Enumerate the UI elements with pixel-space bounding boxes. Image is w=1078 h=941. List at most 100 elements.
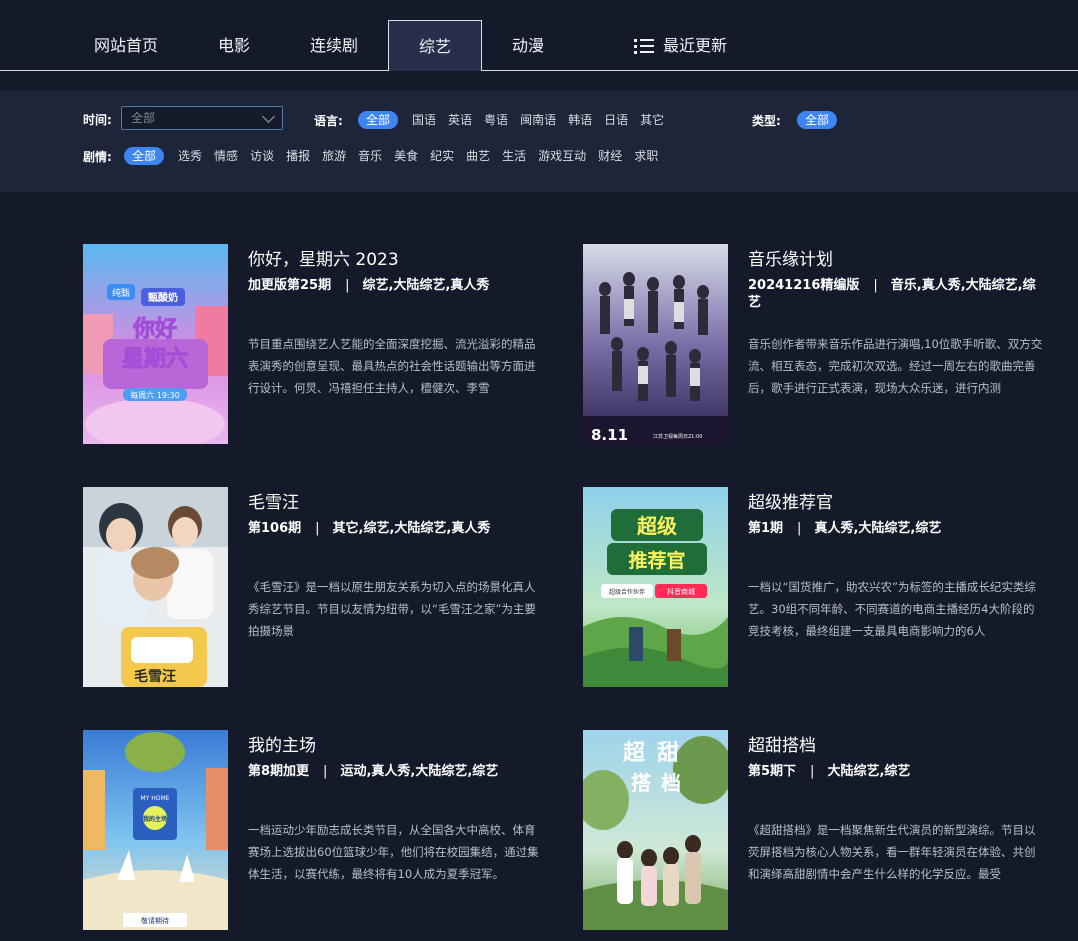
poster-text: 超级 (636, 514, 677, 538)
poster-text: 每周六 19:30 (130, 390, 180, 400)
language-option[interactable]: 日语 (604, 111, 628, 129)
type-option-all[interactable]: 全部 (797, 111, 838, 129)
show-tags: 综艺,大陆综艺,真人秀 (362, 278, 490, 293)
show-episode: 第1期 (748, 521, 784, 536)
show-card[interactable]: 毛雪汪 毛雪汪 第106期 | 其它,综艺,大陆综艺,真人秀 《毛雪汪》是一档以原生… (83, 487, 553, 687)
plot-option[interactable]: 音乐 (358, 147, 382, 165)
language-option-all[interactable]: 全部 (358, 111, 399, 129)
filter-panel: 时间: 全部 语言: 全部 国语 英语 粤语 闽南语 韩语 日语 其它 类型: … (0, 91, 1078, 192)
poster-text: 敬请期待 (141, 916, 169, 925)
show-title[interactable]: 毛雪汪 (248, 488, 299, 513)
plot-option[interactable]: 美食 (394, 147, 418, 165)
show-meta: 20241216精编版 | 音乐,真人秀,大陆综艺,综艺 (748, 278, 1036, 310)
show-card[interactable]: 纯甄 甄酸奶 你好 星期六 每周六 19:30 你好，星期六 2023 加更版第… (83, 244, 553, 444)
poster-text: 超 (623, 741, 646, 766)
plot-option[interactable]: 游戏互动 (538, 147, 586, 165)
plot-option[interactable]: 曲艺 (466, 147, 490, 165)
nav-recent-updates[interactable]: 最近更新 (634, 20, 754, 71)
top-nav: 网站首页 电影 连续剧 综艺 动漫 最近更新 (0, 0, 1078, 71)
poster-text: 档 (661, 771, 681, 795)
poster-image[interactable]: 超级 推荐官 超级合作伙伴 抖音商城 (583, 487, 728, 687)
show-meta: 第5期下 | 大陆综艺,综艺 (748, 764, 911, 779)
language-option[interactable]: 粤语 (484, 111, 508, 129)
poster-text: 江苏卫视每周日21:00 (653, 433, 702, 440)
time-filter-label: 时间: (83, 113, 112, 127)
show-description: 一档以“国货推广，助农兴农”为标签的主播成长纪实类综艺。30组不同年龄、不同赛道… (748, 580, 1036, 638)
plot-option[interactable]: 播报 (286, 147, 310, 165)
language-option[interactable]: 韩语 (568, 111, 592, 129)
show-episode: 第106期 (248, 521, 302, 536)
show-title[interactable]: 我的主场 (248, 731, 316, 756)
show-title[interactable]: 你好，星期六 2023 (248, 245, 399, 270)
show-card[interactable]: 超级 推荐官 超级合作伙伴 抖音商城 超级推荐官 第1期 | 真人秀,大陆综艺,综艺… (583, 487, 1053, 687)
show-tags: 运动,真人秀,大陆综艺,综艺 (340, 764, 499, 779)
poster-image[interactable]: 超 甜 搭 档 (583, 730, 728, 930)
poster-text: 甜 (657, 740, 679, 766)
plot-option[interactable]: 生活 (502, 147, 526, 165)
language-option[interactable]: 英语 (448, 111, 472, 129)
poster-text: 抖音商城 (667, 587, 695, 596)
show-episode: 第5期下 (748, 764, 797, 779)
plot-option[interactable]: 情感 (214, 147, 238, 165)
list-icon (634, 38, 654, 54)
show-card[interactable]: 超 甜 搭 档 超甜搭档 第5期下 | 大陆综艺,综艺 《超甜搭档》是一档聚焦新生代… (583, 730, 1053, 930)
plot-option[interactable]: 旅游 (322, 147, 346, 165)
poster-text: 星期六 (122, 347, 188, 372)
language-option[interactable]: 其它 (640, 111, 664, 129)
plot-option[interactable]: 选秀 (178, 147, 202, 165)
show-meta: 加更版第25期 | 综艺,大陆综艺,真人秀 (248, 278, 490, 293)
show-description: 节目重点围绕艺人艺能的全面深度挖掘、流光溢彩的精品表演秀的创意呈现、最具热点的社… (248, 337, 536, 395)
show-title[interactable]: 音乐缘计划 (748, 245, 833, 270)
poster-text: 甄酸奶 (148, 291, 178, 304)
poster-text: 超级合作伙伴 (609, 588, 645, 596)
plot-option[interactable]: 访谈 (250, 147, 274, 165)
show-tags: 大陆综艺,综艺 (827, 764, 911, 779)
nav-recent-label: 最近更新 (663, 36, 728, 55)
plot-options: 全部 选秀 情感 访谈 播报 旅游 音乐 美食 纪实 曲艺 生活 游戏互动 财经… (124, 147, 670, 165)
poster-text: 毛雪汪 (134, 668, 176, 685)
show-meta: 第106期 | 其它,综艺,大陆综艺,真人秀 (248, 521, 491, 536)
language-option[interactable]: 闽南语 (520, 111, 556, 129)
poster-image[interactable]: 毛雪汪 (83, 487, 228, 687)
time-select-value: 全部 (131, 111, 156, 125)
plot-option[interactable]: 财经 (598, 147, 622, 165)
plot-option[interactable]: 求职 (634, 147, 658, 165)
show-episode: 20241216精编版 (748, 278, 860, 293)
show-meta: 第1期 | 真人秀,大陆综艺,综艺 (748, 521, 942, 536)
language-option[interactable]: 国语 (412, 111, 436, 129)
nav-variety[interactable]: 综艺 (388, 20, 482, 71)
poster-text: 我的主场 (143, 815, 167, 823)
poster-text: 8.11 (591, 426, 628, 444)
poster-image[interactable]: 8.11 江苏卫视每周日21:00 (583, 244, 728, 444)
chevron-down-icon (262, 110, 275, 123)
poster-text: 纯甄 (112, 287, 130, 299)
nav-movie[interactable]: 电影 (194, 20, 274, 71)
show-meta: 第8期加更 | 运动,真人秀,大陆综艺,综艺 (248, 764, 499, 779)
show-description: 一档运动少年励志成长类节目，从全国各大中高校、体育赛场上选拔出60位篮球少年，他… (248, 823, 539, 881)
language-options: 全部 国语 英语 粤语 闽南语 韩语 日语 其它 (358, 111, 676, 129)
show-episode: 第8期加更 (248, 764, 310, 779)
show-description: 《毛雪汪》是一档以原生朋友关系为切入点的场景化真人秀综艺节目。节目以友情为纽带，… (248, 580, 536, 638)
type-filter-label: 类型: (752, 114, 781, 128)
poster-text: 推荐官 (628, 549, 685, 572)
time-select[interactable]: 全部 (121, 106, 283, 130)
type-options: 全部 (797, 111, 851, 129)
plot-option-all[interactable]: 全部 (124, 147, 165, 165)
poster-text: MY HOME (141, 795, 170, 802)
poster-image[interactable]: 纯甄 甄酸奶 你好 星期六 每周六 19:30 (83, 244, 228, 444)
poster-text: 你好 (132, 316, 177, 342)
nav-home[interactable]: 网站首页 (75, 20, 177, 71)
nav-series[interactable]: 连续剧 (290, 20, 378, 71)
show-description: 音乐创作者带来音乐作品进行演唱,10位歌手听歌、双方交流、相互表态，完成初次双选… (748, 337, 1043, 395)
show-tags: 真人秀,大陆综艺,综艺 (814, 521, 942, 536)
language-filter-label: 语言: (314, 114, 343, 128)
poster-image[interactable]: MY HOME 我的主场 敬请期待 (83, 730, 228, 930)
plot-option[interactable]: 纪实 (430, 147, 454, 165)
show-card[interactable]: 8.11 江苏卫视每周日21:00 音乐缘计划 20241216精编版 | 音乐,真… (583, 244, 1053, 444)
show-title[interactable]: 超甜搭档 (748, 731, 816, 756)
show-card[interactable]: MY HOME 我的主场 敬请期待 我的主场 第8期加更 | 运动,真人秀,大陆综艺… (83, 730, 553, 930)
show-description: 《超甜搭档》是一档聚焦新生代演员的新型演综。节目以荧屏搭档为核心人物关系，看一群… (748, 823, 1036, 881)
show-episode: 加更版第25期 (248, 278, 332, 293)
nav-anime[interactable]: 动漫 (492, 20, 564, 71)
show-title[interactable]: 超级推荐官 (748, 488, 833, 513)
